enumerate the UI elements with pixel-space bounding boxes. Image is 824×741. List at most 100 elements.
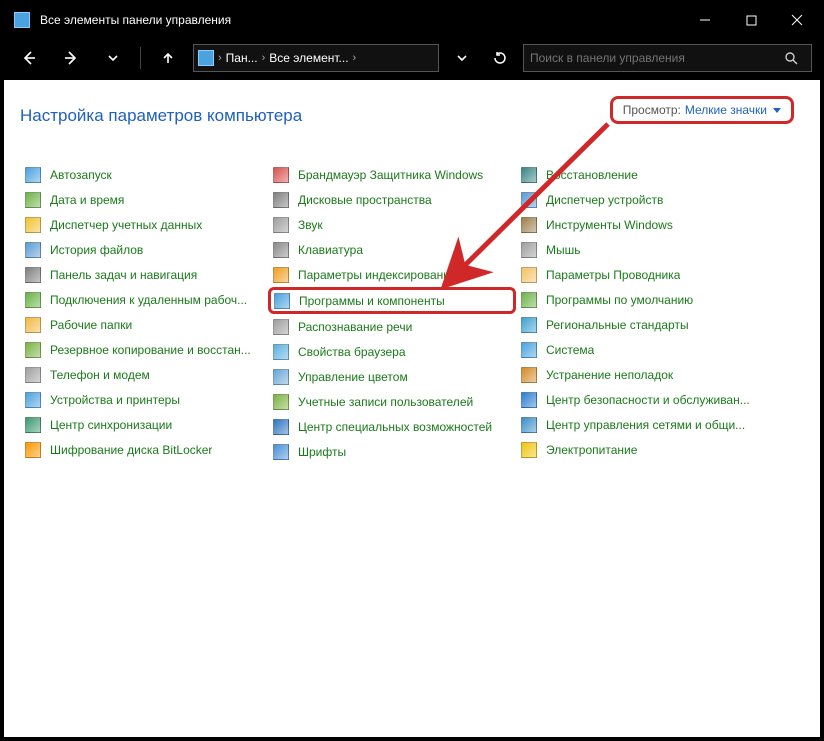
cp-item[interactable]: Центр специальных возможностей [268, 414, 516, 439]
close-button[interactable] [774, 4, 820, 36]
cp-item[interactable]: Диспетчер устройств [516, 187, 764, 212]
cp-item[interactable]: Региональные стандарты [516, 312, 764, 337]
item-label: Электропитание [546, 443, 637, 457]
item-icon [272, 443, 290, 461]
item-icon [520, 166, 538, 184]
cp-item[interactable]: Управление цветом [268, 364, 516, 389]
item-label: Шифрование диска BitLocker [50, 443, 212, 457]
item-label: Автозапуск [50, 168, 112, 182]
view-label: Просмотр: [623, 103, 681, 117]
item-icon [272, 166, 290, 184]
item-label: Резервное копирование и восстан... [50, 343, 251, 357]
cp-item[interactable]: Распознавание речи [268, 314, 516, 339]
breadcrumb-1[interactable]: Пан... [226, 51, 258, 65]
item-label: Центр специальных возможностей [298, 420, 492, 434]
cp-item[interactable]: Брандмауэр Защитника Windows [268, 162, 516, 187]
address-bar[interactable]: › Пан... › Все элемент... › [193, 44, 439, 72]
nav-back-button[interactable] [12, 44, 46, 72]
cp-item[interactable]: Мышь [516, 237, 764, 262]
cp-item[interactable]: Параметры Проводника [516, 262, 764, 287]
item-icon [24, 266, 42, 284]
cp-item[interactable]: Параметры индексирования [268, 262, 516, 287]
item-label: Система [546, 343, 594, 357]
cp-item[interactable]: Программы и компоненты [268, 287, 516, 314]
cp-item[interactable]: Программы по умолчанию [516, 287, 764, 312]
view-value[interactable]: Мелкие значки [685, 103, 767, 117]
search-box[interactable] [523, 44, 812, 72]
cp-item[interactable]: Дата и время [20, 187, 268, 212]
item-label: Распознавание речи [298, 320, 412, 334]
cp-item[interactable]: Устройства и принтеры [20, 387, 268, 412]
navbar: › Пан... › Все элемент... › [4, 36, 820, 80]
item-label: Дата и время [50, 193, 124, 207]
item-icon [24, 441, 42, 459]
maximize-button[interactable] [728, 4, 774, 36]
search-icon[interactable] [777, 51, 805, 65]
cp-item[interactable]: Свойства браузера [268, 339, 516, 364]
cp-item[interactable]: Автозапуск [20, 162, 268, 187]
item-icon [520, 441, 538, 459]
window-title: Все элементы панели управления [40, 4, 682, 36]
cp-item[interactable]: Учетные записи пользователей [268, 389, 516, 414]
cp-item[interactable]: Инструменты Windows [516, 212, 764, 237]
item-label: Диспетчер учетных данных [50, 218, 202, 232]
item-icon [520, 191, 538, 209]
cp-item[interactable]: Шрифты [268, 439, 516, 464]
breadcrumb-2[interactable]: Все элемент... [269, 51, 348, 65]
cp-item[interactable]: Диспетчер учетных данных [20, 212, 268, 237]
item-label: Параметры индексирования [298, 268, 456, 282]
item-label: Центр управления сетями и общи... [546, 418, 745, 432]
items-grid: Автозапуск Дата и время Диспетчер учетных … [20, 162, 804, 464]
cp-item[interactable]: История файлов [20, 237, 268, 262]
content-area: Настройка параметров компьютера Просмотр… [4, 80, 820, 737]
search-input[interactable] [530, 51, 777, 65]
cp-item[interactable]: Устранение неполадок [516, 362, 764, 387]
item-icon [24, 216, 42, 234]
cp-item[interactable]: Дисковые пространства [268, 187, 516, 212]
item-label: Телефон и модем [50, 368, 150, 382]
cp-item[interactable]: Рабочие папки [20, 312, 268, 337]
item-label: Инструменты Windows [546, 218, 673, 232]
cp-item[interactable]: Подключения к удаленным рабоч... [20, 287, 268, 312]
nav-up-button[interactable] [151, 44, 185, 72]
cp-item[interactable]: Звук [268, 212, 516, 237]
cp-item[interactable]: Электропитание [516, 437, 764, 462]
item-label: Клавиатура [298, 243, 363, 257]
view-selector[interactable]: Просмотр: Мелкие значки [610, 96, 794, 124]
item-label: Центр синхронизации [50, 418, 172, 432]
item-icon [272, 393, 290, 411]
item-icon [272, 266, 290, 284]
item-label: Брандмауэр Защитника Windows [298, 168, 483, 182]
nav-recent-button[interactable] [96, 44, 130, 72]
item-label: Региональные стандарты [546, 318, 689, 332]
cp-item[interactable]: Шифрование диска BitLocker [20, 437, 268, 462]
minimize-button[interactable] [682, 4, 728, 36]
cp-item[interactable]: Центр управления сетями и общи... [516, 412, 764, 437]
item-icon [520, 316, 538, 334]
refresh-button[interactable] [485, 44, 515, 72]
nav-forward-button[interactable] [54, 44, 88, 72]
item-label: Дисковые пространства [298, 193, 432, 207]
cp-item[interactable]: Клавиатура [268, 237, 516, 262]
cp-item[interactable]: Телефон и модем [20, 362, 268, 387]
cp-item[interactable]: Центр синхронизации [20, 412, 268, 437]
item-icon [272, 216, 290, 234]
cp-item[interactable]: Панель задач и навигация [20, 262, 268, 287]
column-2: ВосстановлениеДиспетчер устройств Инструм… [516, 162, 764, 464]
address-dropdown[interactable] [447, 44, 477, 72]
titlebar: Все элементы панели управления [4, 4, 820, 36]
chevron-right-icon: › [353, 52, 357, 64]
item-label: Устранение неполадок [546, 368, 673, 382]
item-icon [272, 191, 290, 209]
item-icon [24, 241, 42, 259]
item-icon [520, 341, 538, 359]
cp-item[interactable]: Центр безопасности и обслуживан... [516, 387, 764, 412]
nav-separator [140, 47, 141, 69]
item-label: Параметры Проводника [546, 268, 680, 282]
item-label: Учетные записи пользователей [298, 395, 473, 409]
item-label: Программы и компоненты [299, 294, 445, 308]
cp-item[interactable]: Система [516, 337, 764, 362]
cp-item[interactable]: Восстановление [516, 162, 764, 187]
cp-item[interactable]: Резервное копирование и восстан... [20, 337, 268, 362]
item-label: Устройства и принтеры [50, 393, 180, 407]
